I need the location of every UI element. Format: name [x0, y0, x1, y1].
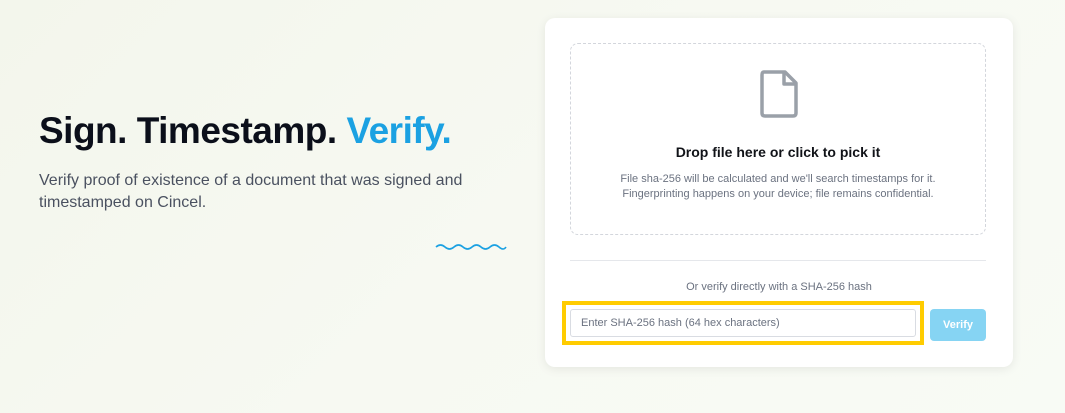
hash-input-highlight: [562, 301, 924, 345]
file-icon: [760, 70, 798, 118]
file-dropzone[interactable]: Drop file here or click to pick it File …: [570, 43, 986, 235]
verify-button[interactable]: Verify: [930, 309, 986, 341]
hero-title: Sign. Timestamp. Verify.: [39, 110, 499, 152]
sha256-hash-input[interactable]: [570, 309, 916, 337]
hero-title-accent: Verify.: [346, 110, 452, 151]
hero-subtitle: Verify proof of existence of a document …: [39, 172, 463, 211]
wave-decoration: [435, 244, 507, 250]
verify-card: Drop file here or click to pick it File …: [545, 18, 1013, 367]
hash-section-label: Or verify directly with a SHA-256 hash: [686, 281, 872, 293]
dropzone-desc-line2: Fingerprinting happens on your device; f…: [622, 188, 934, 200]
hero-title-main: Sign. Timestamp.: [39, 110, 347, 151]
dropzone-desc-line1: File sha-256 will be calculated and we'l…: [620, 173, 936, 185]
divider: [570, 260, 986, 261]
hero-section: Sign. Timestamp. Verify. Verify proof of…: [39, 110, 499, 214]
dropzone-title: Drop file here or click to pick it: [675, 144, 881, 160]
dropzone-description: File sha-256 will be calculated and we'l…: [571, 172, 985, 202]
